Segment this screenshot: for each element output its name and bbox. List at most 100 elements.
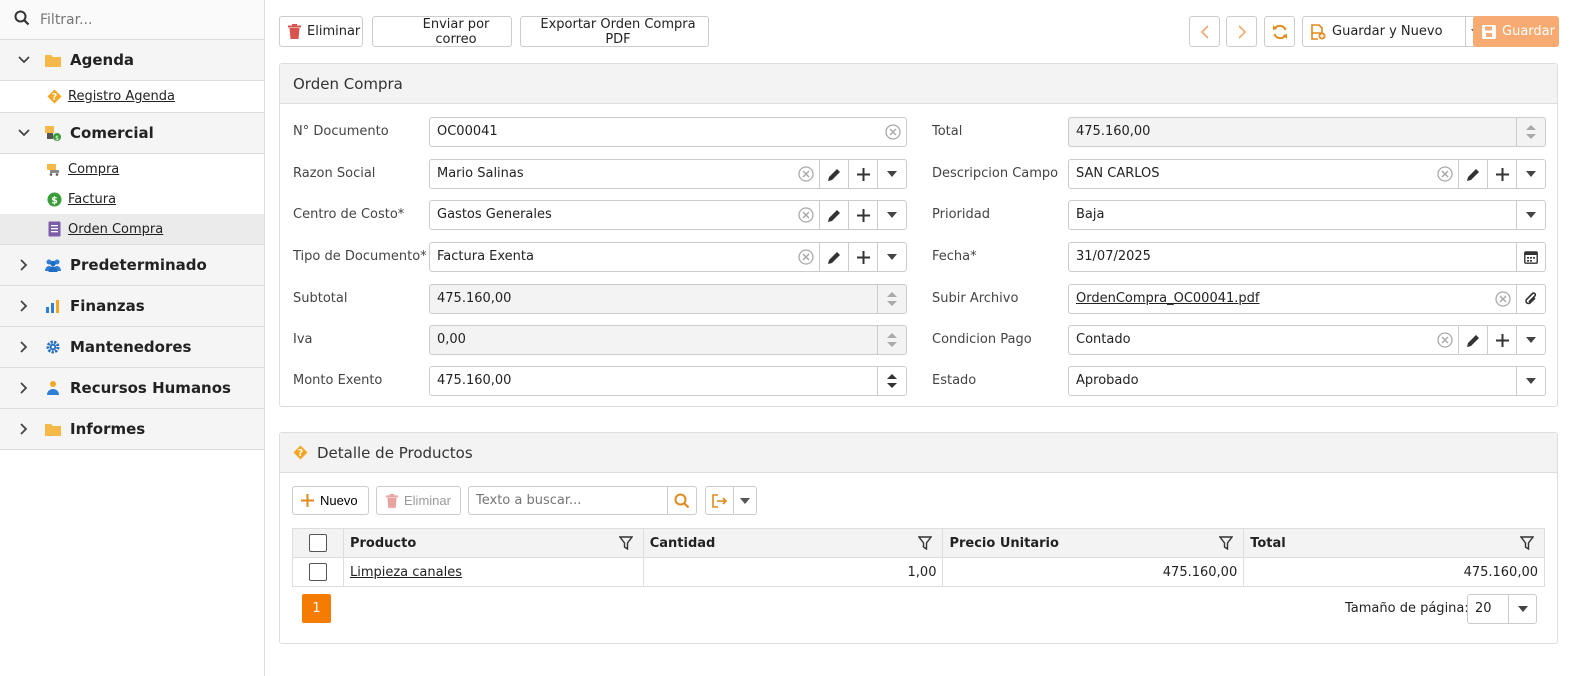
edit-button[interactable] bbox=[819, 243, 848, 271]
edit-button[interactable] bbox=[1458, 160, 1487, 188]
search-icon bbox=[674, 493, 690, 508]
dropdown-button[interactable] bbox=[1508, 595, 1536, 623]
add-button[interactable] bbox=[848, 160, 877, 188]
save-button[interactable]: Guardar bbox=[1473, 16, 1559, 47]
dropdown-button[interactable] bbox=[877, 201, 906, 229]
dropdown-button[interactable] bbox=[1516, 367, 1545, 395]
delete-button[interactable]: Eliminar bbox=[279, 16, 363, 47]
dropdown-button[interactable] bbox=[877, 243, 906, 271]
search-button[interactable] bbox=[667, 487, 696, 514]
spinner[interactable] bbox=[877, 367, 906, 395]
attach-button[interactable] bbox=[1516, 285, 1545, 313]
label-tipo-documento: Tipo de Documento* bbox=[293, 249, 427, 264]
spinner[interactable] bbox=[877, 285, 906, 313]
sidebar-item-factura[interactable]: $ Factura bbox=[0, 184, 264, 214]
dropdown-button[interactable] bbox=[1516, 201, 1545, 229]
grid-search-input[interactable] bbox=[476, 493, 661, 508]
products-table: Producto Cantidad Precio Unitario Total … bbox=[292, 528, 1545, 587]
save-new-button[interactable]: Guardar y Nuevo bbox=[1302, 16, 1466, 47]
clear-icon[interactable] bbox=[798, 249, 814, 265]
dropdown-button[interactable] bbox=[1516, 326, 1545, 354]
refresh-button[interactable] bbox=[1264, 16, 1295, 47]
add-button[interactable] bbox=[848, 243, 877, 271]
estado-select[interactable]: Aprobado bbox=[1068, 366, 1546, 396]
tipo-documento-field[interactable]: Factura Exenta bbox=[429, 242, 907, 272]
clear-icon[interactable] bbox=[798, 166, 814, 182]
column-producto[interactable]: Producto bbox=[342, 528, 644, 558]
spin-arrows-icon bbox=[887, 333, 897, 347]
total-field[interactable]: 475.160,00 bbox=[1068, 117, 1546, 147]
filter-icon[interactable] bbox=[918, 536, 933, 550]
add-button[interactable] bbox=[1487, 326, 1516, 354]
spinner[interactable] bbox=[1516, 118, 1545, 146]
razon-social-field[interactable]: Mario Salinas bbox=[429, 159, 907, 189]
product-link[interactable]: Limpieza canales bbox=[350, 565, 462, 580]
edit-button[interactable] bbox=[819, 201, 848, 229]
next-button[interactable] bbox=[1226, 16, 1257, 47]
condicion-pago-field[interactable]: Contado bbox=[1068, 325, 1546, 355]
export-dropdown[interactable] bbox=[733, 486, 757, 515]
calendar-button[interactable] bbox=[1516, 243, 1545, 271]
clear-icon[interactable] bbox=[885, 124, 901, 140]
filter-icon[interactable] bbox=[1219, 536, 1234, 550]
search-icon bbox=[14, 10, 30, 30]
subtotal-field[interactable]: 475.160,00 bbox=[429, 284, 907, 314]
sidebar-item-registro-agenda[interactable]: ? Registro Agenda bbox=[0, 81, 264, 113]
sidebar-group-recursos-humanos[interactable]: Recursos Humanos bbox=[0, 368, 264, 409]
monto-exento-field[interactable]: 475.160,00 bbox=[429, 366, 907, 396]
export-pdf-button[interactable]: Exportar Orden Compra PDF bbox=[520, 16, 709, 47]
new-row-button[interactable]: Nuevo bbox=[292, 486, 369, 515]
filter-icon[interactable] bbox=[1520, 536, 1534, 550]
caret-down-icon bbox=[1526, 337, 1536, 343]
sidebar-group-agenda[interactable]: Agenda bbox=[0, 40, 264, 81]
plus-icon bbox=[856, 208, 870, 222]
add-button[interactable] bbox=[1487, 160, 1516, 188]
previous-button[interactable] bbox=[1189, 16, 1220, 47]
column-cantidad[interactable]: Cantidad bbox=[642, 528, 944, 558]
filter-input[interactable] bbox=[40, 11, 240, 28]
sidebar-group-mantenedores[interactable]: Mantenedores bbox=[0, 327, 264, 368]
select-all-checkbox[interactable] bbox=[308, 534, 327, 552]
sidebar-group-finanzas[interactable]: Finanzas bbox=[0, 286, 264, 327]
row-checkbox[interactable] bbox=[308, 563, 327, 581]
export-button[interactable] bbox=[705, 486, 734, 515]
subir-archivo-field[interactable]: OrdenCompra_OC00041.pdf bbox=[1068, 284, 1546, 314]
clear-icon[interactable] bbox=[1437, 332, 1453, 348]
sidebar-item-orden-compra[interactable]: Orden Compra bbox=[0, 214, 264, 244]
column-precio-unitario[interactable]: Precio Unitario bbox=[942, 528, 1245, 558]
sidebar-group-comercial[interactable]: $ Comercial bbox=[0, 113, 264, 154]
clear-icon[interactable] bbox=[798, 207, 814, 223]
page-1-button[interactable]: 1 bbox=[302, 594, 331, 623]
dropdown-button[interactable] bbox=[1516, 160, 1545, 188]
sidebar-group-predeterminado[interactable]: Predeterminado bbox=[0, 245, 264, 286]
page-size-select[interactable]: 20 bbox=[1467, 594, 1537, 624]
filter-icon[interactable] bbox=[618, 536, 633, 550]
spinner[interactable] bbox=[877, 326, 906, 354]
clear-icon[interactable] bbox=[1437, 166, 1453, 182]
help-icon: ? bbox=[293, 445, 308, 460]
label-centro-costo: Centro de Costo* bbox=[293, 207, 405, 222]
document-add-icon bbox=[1311, 23, 1326, 40]
label-razon-social: Razon Social bbox=[293, 166, 376, 181]
column-total[interactable]: Total bbox=[1243, 528, 1545, 558]
centro-costo-field[interactable]: Gastos Generales bbox=[429, 200, 907, 230]
edit-button[interactable] bbox=[1458, 326, 1487, 354]
iva-field[interactable]: 0,00 bbox=[429, 325, 907, 355]
doc-number-field[interactable]: OC00041 bbox=[429, 117, 907, 147]
delete-row-button[interactable]: Eliminar bbox=[376, 486, 461, 515]
sidebar-item-compra[interactable]: Compra bbox=[0, 154, 264, 184]
table-row[interactable]: Limpieza canales 1,00 475.160,00 475.160… bbox=[292, 557, 1545, 587]
sidebar-group-informes[interactable]: Informes bbox=[0, 409, 264, 450]
file-link[interactable]: OrdenCompra_OC00041.pdf bbox=[1076, 285, 1259, 313]
clear-icon[interactable] bbox=[1495, 291, 1511, 307]
descripcion-campo-field[interactable]: SAN CARLOS bbox=[1068, 159, 1546, 189]
dropdown-button[interactable] bbox=[877, 160, 906, 188]
trash-icon bbox=[288, 24, 301, 39]
prioridad-select[interactable]: Baja bbox=[1068, 200, 1546, 230]
label-estado: Estado bbox=[932, 373, 977, 388]
email-button[interactable]: Enviar por correo bbox=[372, 16, 512, 47]
fecha-field[interactable]: 31/07/2025 bbox=[1068, 242, 1546, 272]
cell-producto[interactable]: Limpieza canales bbox=[342, 557, 644, 587]
edit-button[interactable] bbox=[819, 160, 848, 188]
add-button[interactable] bbox=[848, 201, 877, 229]
